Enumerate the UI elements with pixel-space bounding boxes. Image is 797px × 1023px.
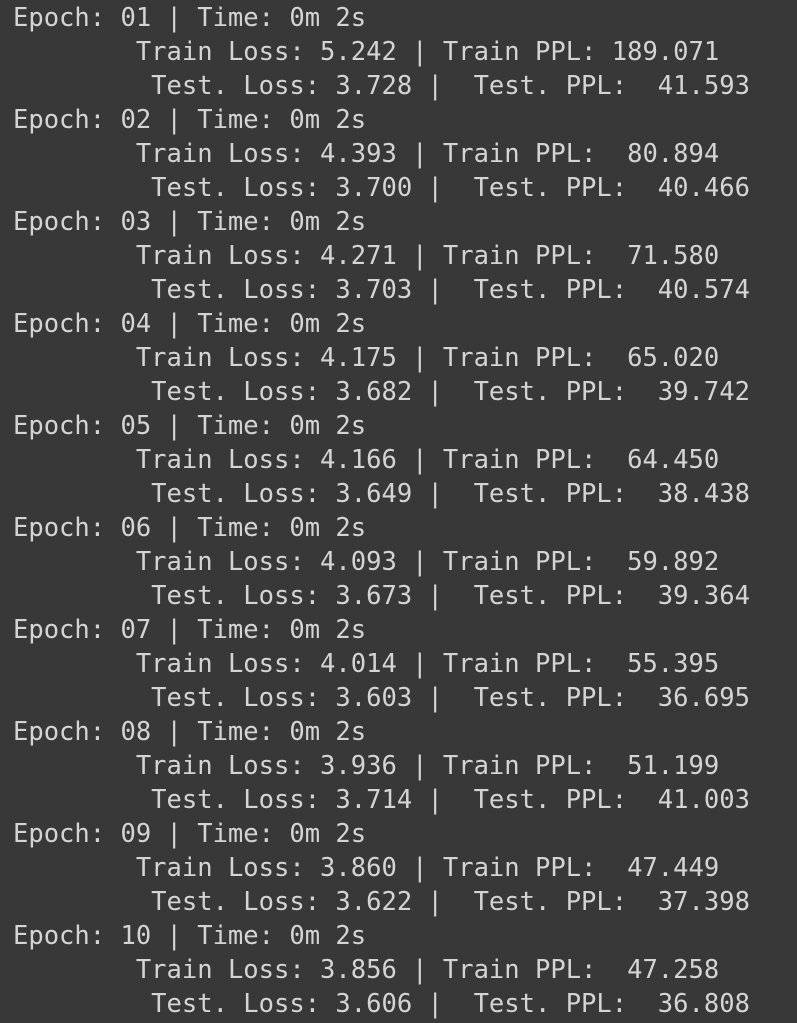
train-metrics-line: Train Loss: 4.166 | Train PPL: 64.450	[13, 445, 720, 475]
test-metrics-line: Test. Loss: 3.673 | Test. PPL: 39.364	[13, 581, 750, 611]
console-output: Epoch: 01 | Time: 0m 2s Train Loss: 5.24…	[0, 0, 797, 1023]
train-metrics-line: Train Loss: 3.856 | Train PPL: 47.258	[13, 955, 720, 985]
epoch-line: Epoch: 05 | Time: 0m 2s	[13, 411, 367, 441]
train-metrics-line: Train Loss: 4.093 | Train PPL: 59.892	[13, 547, 720, 577]
test-metrics-line: Test. Loss: 3.728 | Test. PPL: 41.593	[13, 71, 750, 101]
epoch-line: Epoch: 09 | Time: 0m 2s	[13, 819, 367, 849]
test-metrics-line: Test. Loss: 3.700 | Test. PPL: 40.466	[13, 173, 750, 203]
test-metrics-line: Test. Loss: 3.714 | Test. PPL: 41.003	[13, 785, 750, 815]
epoch-line: Epoch: 07 | Time: 0m 2s	[13, 615, 367, 645]
train-metrics-line: Train Loss: 4.014 | Train PPL: 55.395	[13, 649, 720, 679]
epoch-line: Epoch: 04 | Time: 0m 2s	[13, 309, 367, 339]
epoch-line: Epoch: 10 | Time: 0m 2s	[13, 921, 367, 951]
train-metrics-line: Train Loss: 3.936 | Train PPL: 51.199	[13, 751, 720, 781]
epoch-line: Epoch: 01 | Time: 0m 2s	[13, 3, 367, 33]
epoch-line: Epoch: 08 | Time: 0m 2s	[13, 717, 367, 747]
train-metrics-line: Train Loss: 3.860 | Train PPL: 47.449	[13, 853, 720, 883]
test-metrics-line: Test. Loss: 3.603 | Test. PPL: 36.695	[13, 683, 750, 713]
test-metrics-line: Test. Loss: 3.682 | Test. PPL: 39.742	[13, 377, 750, 407]
train-metrics-line: Train Loss: 4.175 | Train PPL: 65.020	[13, 343, 720, 373]
train-metrics-line: Train Loss: 4.393 | Train PPL: 80.894	[13, 139, 720, 169]
test-metrics-line: Test. Loss: 3.622 | Test. PPL: 37.398	[13, 887, 750, 917]
train-metrics-line: Train Loss: 4.271 | Train PPL: 71.580	[13, 241, 720, 271]
train-metrics-line: Train Loss: 5.242 | Train PPL: 189.071	[13, 37, 720, 67]
test-metrics-line: Test. Loss: 3.606 | Test. PPL: 36.808	[13, 989, 750, 1019]
test-metrics-line: Test. Loss: 3.703 | Test. PPL: 40.574	[13, 275, 750, 305]
epoch-line: Epoch: 03 | Time: 0m 2s	[13, 207, 367, 237]
epoch-line: Epoch: 02 | Time: 0m 2s	[13, 105, 367, 135]
test-metrics-line: Test. Loss: 3.649 | Test. PPL: 38.438	[13, 479, 750, 509]
epoch-line: Epoch: 06 | Time: 0m 2s	[13, 513, 367, 543]
